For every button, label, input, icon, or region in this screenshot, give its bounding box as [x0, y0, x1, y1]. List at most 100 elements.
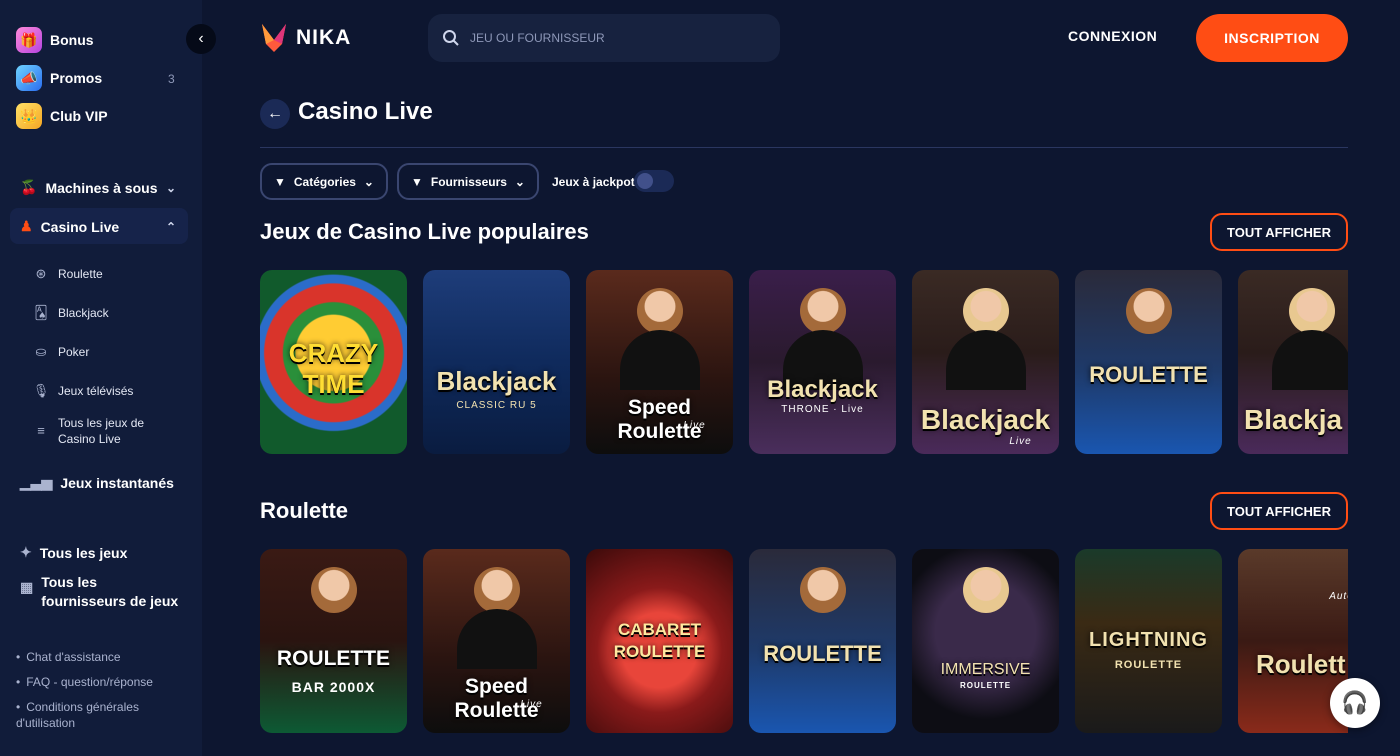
game-title: ROULETTE — [1089, 362, 1208, 387]
sidebar-item-all-providers[interactable]: ▦ Tous les fournisseurs de jeux — [20, 573, 181, 611]
dealer-image — [799, 567, 846, 613]
game-card[interactable]: ROULETTE BAR 2000X — [260, 549, 407, 733]
sidebar-item-label: Casino Live — [40, 218, 120, 235]
sidebar-item-label: Club VIP — [50, 108, 108, 124]
game-subtitle: Live — [520, 699, 543, 710]
divider — [260, 147, 1348, 148]
chart-bars-icon: ▁▃▅ — [20, 474, 53, 490]
jackpot-toggle[interactable] — [634, 170, 674, 192]
section-title-popular: Jeux de Casino Live populaires — [260, 219, 589, 244]
dealer-icon: ♟ — [20, 218, 33, 234]
sidebar-subitem-poker[interactable]: ⛀ Poker — [32, 343, 90, 361]
game-title: Blackjack — [767, 376, 878, 403]
sidebar-subitem-label: Roulette — [58, 267, 103, 281]
game-title: Blackjack — [436, 366, 557, 396]
sidebar-item-promos[interactable]: 📣 Promos — [16, 65, 102, 91]
game-title: ROULETTE — [276, 647, 391, 670]
sidebar-subitem-blackjack[interactable]: 🂡 Blackjack — [32, 304, 108, 322]
sidebar: 🎁 Bonus 📣 Promos 3 👑 Club VIP 🍒 Machines… — [0, 0, 202, 756]
dealer-image — [473, 567, 520, 613]
game-title: Roulett — [1256, 649, 1346, 679]
section-title-roulette: Roulette — [260, 498, 348, 523]
sidebar-item-slots[interactable]: 🍒 Machines à sous ⌄ — [20, 179, 176, 196]
main-content: NIKA CONNEXION INSCRIPTION ← Casino Live… — [202, 0, 1400, 756]
sidebar-subitem-all-live[interactable]: ≡ Tous les jeux de Casino Live — [32, 415, 158, 447]
gift-icon: 🎁 — [16, 27, 42, 53]
sidebar-collapse-button[interactable]: ‹ — [186, 24, 216, 54]
sidebar-item-bonus[interactable]: 🎁 Bonus — [16, 27, 94, 53]
sidebar-subitem-label: Jeux télévisés — [58, 384, 134, 398]
game-title: CABARET ROULETTE — [613, 620, 706, 661]
game-title: ROULETTE — [763, 641, 882, 666]
game-subtitle: ROULETTE — [1114, 659, 1183, 671]
sidebar-item-casino-live[interactable]: ♟ Casino Live ⌃ — [20, 218, 176, 235]
game-title: Blackjack — [920, 404, 1051, 435]
sidebar-item-club-vip[interactable]: 👑 Club VIP — [16, 103, 108, 129]
dealer-image — [962, 288, 1009, 334]
game-card[interactable]: Blackjack CLASSIC RU 5 — [423, 270, 570, 454]
dealer-body — [456, 609, 537, 669]
dealer-image — [636, 288, 683, 334]
dealer-image — [310, 567, 357, 613]
back-button[interactable]: ← — [260, 99, 290, 129]
login-button[interactable]: CONNEXION — [1068, 28, 1157, 44]
footer-link-faq[interactable]: FAQ - question/réponse — [16, 674, 153, 690]
sidebar-item-label: Bonus — [50, 32, 94, 48]
chevron-down-icon: ⌄ — [166, 180, 177, 195]
game-subtitle: THRONE · Live — [781, 404, 864, 415]
game-card[interactable]: Blackjack Live — [912, 270, 1059, 454]
game-card[interactable]: Speed Roulette Live — [423, 549, 570, 733]
see-all-roulette-button[interactable]: TOUT AFFICHER — [1210, 492, 1348, 530]
game-card[interactable]: Blackjack THRONE · Live — [749, 270, 896, 454]
game-card[interactable]: ROULETTE — [1075, 270, 1222, 454]
chevron-left-icon: ‹ — [198, 30, 204, 47]
game-title: Blackja — [1244, 404, 1343, 435]
sidebar-subitem-label: Poker — [58, 345, 90, 359]
filter-label: Catégories — [293, 174, 356, 189]
chevron-down-icon: ⌄ — [514, 174, 525, 189]
sidebar-subitem-tv-games[interactable]: 🎙 Jeux télévisés — [32, 382, 134, 400]
brand-name: NIKA — [296, 26, 352, 49]
see-all-popular-button[interactable]: TOUT AFFICHER — [1210, 213, 1348, 251]
game-card[interactable]: CABARET ROULETTE — [586, 549, 733, 733]
game-card[interactable]: IMMERSIVE ROULETTE — [912, 549, 1059, 733]
providers-filter-button[interactable]: ▼ Fournisseurs ⌄ — [397, 163, 539, 200]
jackpot-toggle-label: Jeux à jackpot — [552, 175, 635, 189]
promos-count-badge: 3 — [168, 72, 175, 86]
filter-icon: ▼ — [274, 174, 286, 189]
footer-link-terms[interactable]: Conditions générales d'utilisation — [16, 699, 166, 731]
roulette-icon: ⊛ — [35, 266, 47, 281]
games-row-roulette: ROULETTE BAR 2000X Speed Roulette Live C… — [260, 549, 1348, 733]
cards-icon: 🂡 — [34, 305, 48, 320]
game-card[interactable]: Speed Roulette Live — [586, 270, 733, 454]
game-card[interactable]: LIGHTNING ROULETTE — [1075, 549, 1222, 733]
sidebar-item-label: Machines à sous — [45, 179, 158, 196]
search-bar[interactable] — [428, 14, 780, 62]
game-subtitle: ROULETTE — [959, 681, 1012, 690]
dealer-image — [962, 567, 1009, 613]
page-title: Casino Live — [298, 98, 433, 125]
footer-link-chat[interactable]: Chat d'assistance — [16, 649, 120, 665]
list-icon: ≡ — [37, 422, 45, 438]
sidebar-subitem-roulette[interactable]: ⊛ Roulette — [32, 265, 103, 283]
signup-button[interactable]: INSCRIPTION — [1196, 14, 1348, 62]
arrow-left-icon: ← — [267, 105, 283, 122]
game-card[interactable]: Blackja — [1238, 270, 1348, 454]
search-input[interactable] — [470, 31, 760, 45]
filter-icon: ▼ — [411, 174, 423, 189]
games-row-popular: CRAZY TIME Blackjack CLASSIC RU 5 Speed … — [260, 270, 1348, 454]
nika-logo-icon — [262, 24, 286, 52]
categories-filter-button[interactable]: ▼ Catégories ⌄ — [260, 163, 388, 200]
game-card[interactable]: CRAZY TIME — [260, 270, 407, 454]
brand-logo[interactable]: NIKA — [260, 22, 351, 54]
crown-icon: 👑 — [16, 103, 42, 129]
game-subtitle: Auto — [1329, 591, 1348, 602]
dealer-image — [799, 288, 846, 334]
sidebar-item-label: Jeux instantanés — [60, 474, 174, 491]
sidebar-item-instant-games[interactable]: ▁▃▅ Jeux instantanés — [20, 474, 174, 491]
game-subtitle: Live — [683, 420, 706, 431]
game-card[interactable]: ROULETTE — [749, 549, 896, 733]
dealer-image — [1125, 288, 1172, 334]
support-chat-button[interactable]: 🎧 — [1330, 678, 1380, 728]
sidebar-item-all-games[interactable]: ✦ Tous les jeux — [20, 544, 127, 561]
